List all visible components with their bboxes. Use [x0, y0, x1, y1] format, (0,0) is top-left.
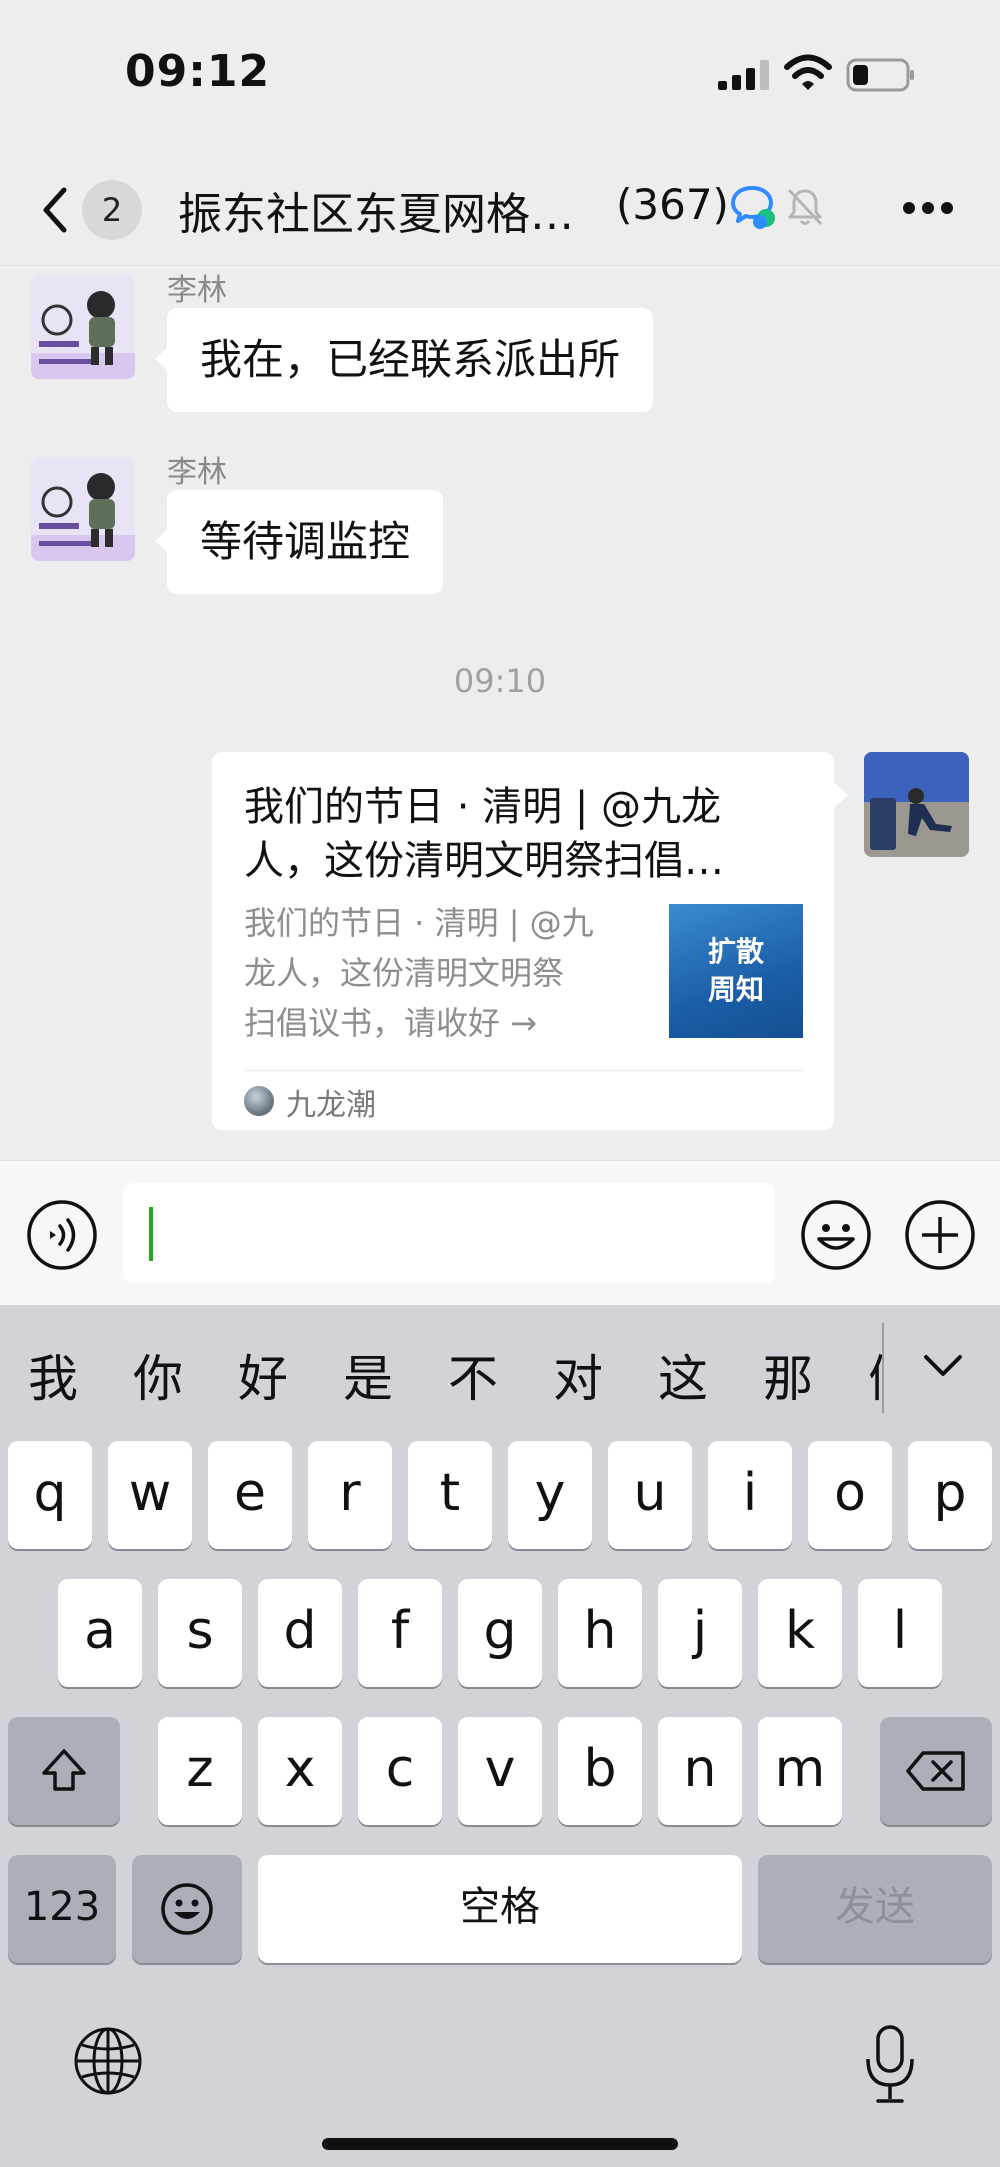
key-o[interactable]: o [808, 1441, 892, 1549]
chat-title: 振东社区东夏网格… [178, 189, 574, 240]
thumbnail-text: 扩散 [707, 935, 764, 968]
bell-off-icon [787, 188, 823, 226]
ellipsis-icon[interactable] [902, 200, 954, 216]
delete-key[interactable] [880, 1717, 992, 1825]
source-avatar-icon [244, 1086, 274, 1116]
key-r[interactable]: r [308, 1441, 392, 1549]
key-j[interactable]: j [658, 1579, 742, 1687]
divider [244, 1070, 804, 1071]
text-caret [149, 1207, 153, 1261]
candidate-word[interactable]: 那 [763, 1339, 813, 1411]
article-source: 九龙潮 [286, 1088, 376, 1123]
chat-header: 2 振东社区东夏网格… (367) [0, 150, 1000, 266]
key-l[interactable]: l [858, 1579, 942, 1687]
key-p[interactable]: p [908, 1441, 992, 1549]
avatar-self[interactable] [864, 752, 969, 857]
article-title-line: 人，这份清明文明祭扫倡… [244, 838, 724, 884]
key-k[interactable]: k [758, 1579, 842, 1687]
key-q[interactable]: q [8, 1441, 92, 1549]
article-description: 我们的节日 · 清明 | @九 龙人，这份清明文明祭 扫倡议书，请收好 → [244, 898, 644, 1048]
article-title: 我们的节日 · 清明 | @九龙 人，这份清明文明祭扫倡… [244, 780, 804, 888]
member-count: (367) [616, 180, 729, 229]
emoji-key[interactable] [132, 1855, 242, 1963]
emoji-icon [161, 1883, 213, 1935]
message-list[interactable]: 李林 我在，已经联系派出所 李林 等待调监控 09:10 我们的节日 · 清明 … [0, 267, 1000, 1160]
article-description-line: 扫倡议书，请收好 → [244, 1004, 537, 1042]
status-bar: 09:12 [0, 0, 1000, 150]
message-timestamp: 09:10 [453, 662, 547, 700]
keyboard: 我 你 好 是 不 对 这 那 们 q w e r t y u i o p a … [0, 1305, 1000, 2167]
article-thumbnail: 扩散 周知 [669, 904, 803, 1038]
key-y[interactable]: y [508, 1441, 592, 1549]
globe-icon[interactable] [72, 2025, 144, 2097]
key-i[interactable]: i [708, 1441, 792, 1549]
key-g[interactable]: g [458, 1579, 542, 1687]
plus-icon[interactable] [904, 1199, 976, 1271]
article-card[interactable]: 我们的节日 · 清明 | @九龙 人，这份清明文明祭扫倡… 我们的节日 · 清明… [212, 752, 848, 1130]
backspace-icon [906, 1751, 965, 1791]
article-description-line: 龙人，这份清明文明祭 [244, 954, 565, 992]
key-a[interactable]: a [58, 1579, 142, 1687]
candidate-word[interactable]: 不 [448, 1339, 498, 1411]
shift-icon [42, 1749, 86, 1791]
home-indicator [322, 2138, 678, 2150]
candidate-overflow: 们 [868, 1305, 882, 1431]
message-bubble[interactable]: 我在，已经联系派出所 [154, 308, 654, 412]
key-b[interactable]: b [558, 1717, 642, 1825]
numbers-key[interactable]: 123 [8, 1855, 116, 1963]
key-v[interactable]: v [458, 1717, 542, 1825]
cellular-signal-icon [718, 60, 769, 90]
unread-count-badge[interactable]: 2 [82, 180, 142, 240]
shift-key[interactable] [8, 1717, 120, 1825]
send-key[interactable]: 发送 [758, 1855, 992, 1963]
candidate-bar: 我 你 好 是 不 对 这 那 们 [0, 1305, 1000, 1431]
key-s[interactable]: s [158, 1579, 242, 1687]
key-e[interactable]: e [208, 1441, 292, 1549]
key-z[interactable]: z [158, 1717, 242, 1825]
sender-name: 李林 [167, 273, 227, 308]
sender-name: 李林 [167, 455, 227, 490]
chat-bubbles-icon[interactable] [730, 184, 778, 230]
candidate-word[interactable]: 是 [343, 1339, 393, 1411]
voice-icon[interactable] [26, 1199, 98, 1271]
divider [882, 1323, 884, 1413]
candidate-word[interactable]: 你 [133, 1339, 183, 1411]
emoji-icon[interactable] [800, 1199, 872, 1271]
mic-icon[interactable] [862, 2023, 918, 2105]
avatar-image [864, 752, 969, 857]
candidate-word[interactable]: 我 [28, 1339, 78, 1411]
chevron-left-icon[interactable] [38, 186, 72, 234]
article-description-line: 我们的节日 · 清明 | @九 [244, 904, 594, 942]
wifi-icon [784, 54, 832, 90]
key-w[interactable]: w [108, 1441, 192, 1549]
candidate-word[interactable]: 这 [658, 1339, 708, 1411]
battery-icon [846, 58, 914, 92]
input-bar [0, 1160, 1000, 1305]
candidate-word[interactable]: 们 [868, 1339, 882, 1411]
key-t[interactable]: t [408, 1441, 492, 1549]
avatar-image [31, 457, 135, 561]
key-n[interactable]: n [658, 1717, 742, 1825]
avatar[interactable] [31, 275, 135, 379]
space-key[interactable]: 空格 [258, 1855, 742, 1963]
key-h[interactable]: h [558, 1579, 642, 1687]
key-c[interactable]: c [358, 1717, 442, 1825]
key-d[interactable]: d [258, 1579, 342, 1687]
avatar[interactable] [31, 457, 135, 561]
key-f[interactable]: f [358, 1579, 442, 1687]
article-title-line: 我们的节日 · 清明 | @九龙 [244, 784, 722, 830]
candidate-word[interactable]: 对 [553, 1339, 603, 1411]
message-input[interactable] [123, 1183, 775, 1283]
key-u[interactable]: u [608, 1441, 692, 1549]
message-bubble[interactable]: 等待调监控 [154, 490, 444, 594]
key-x[interactable]: x [258, 1717, 342, 1825]
candidate-word[interactable]: 好 [238, 1339, 288, 1411]
chevron-down-icon[interactable] [922, 1353, 964, 1379]
status-time: 09:12 [125, 46, 271, 97]
key-m[interactable]: m [758, 1717, 842, 1825]
thumbnail-text: 周知 [707, 973, 764, 1006]
avatar-image [31, 275, 135, 379]
